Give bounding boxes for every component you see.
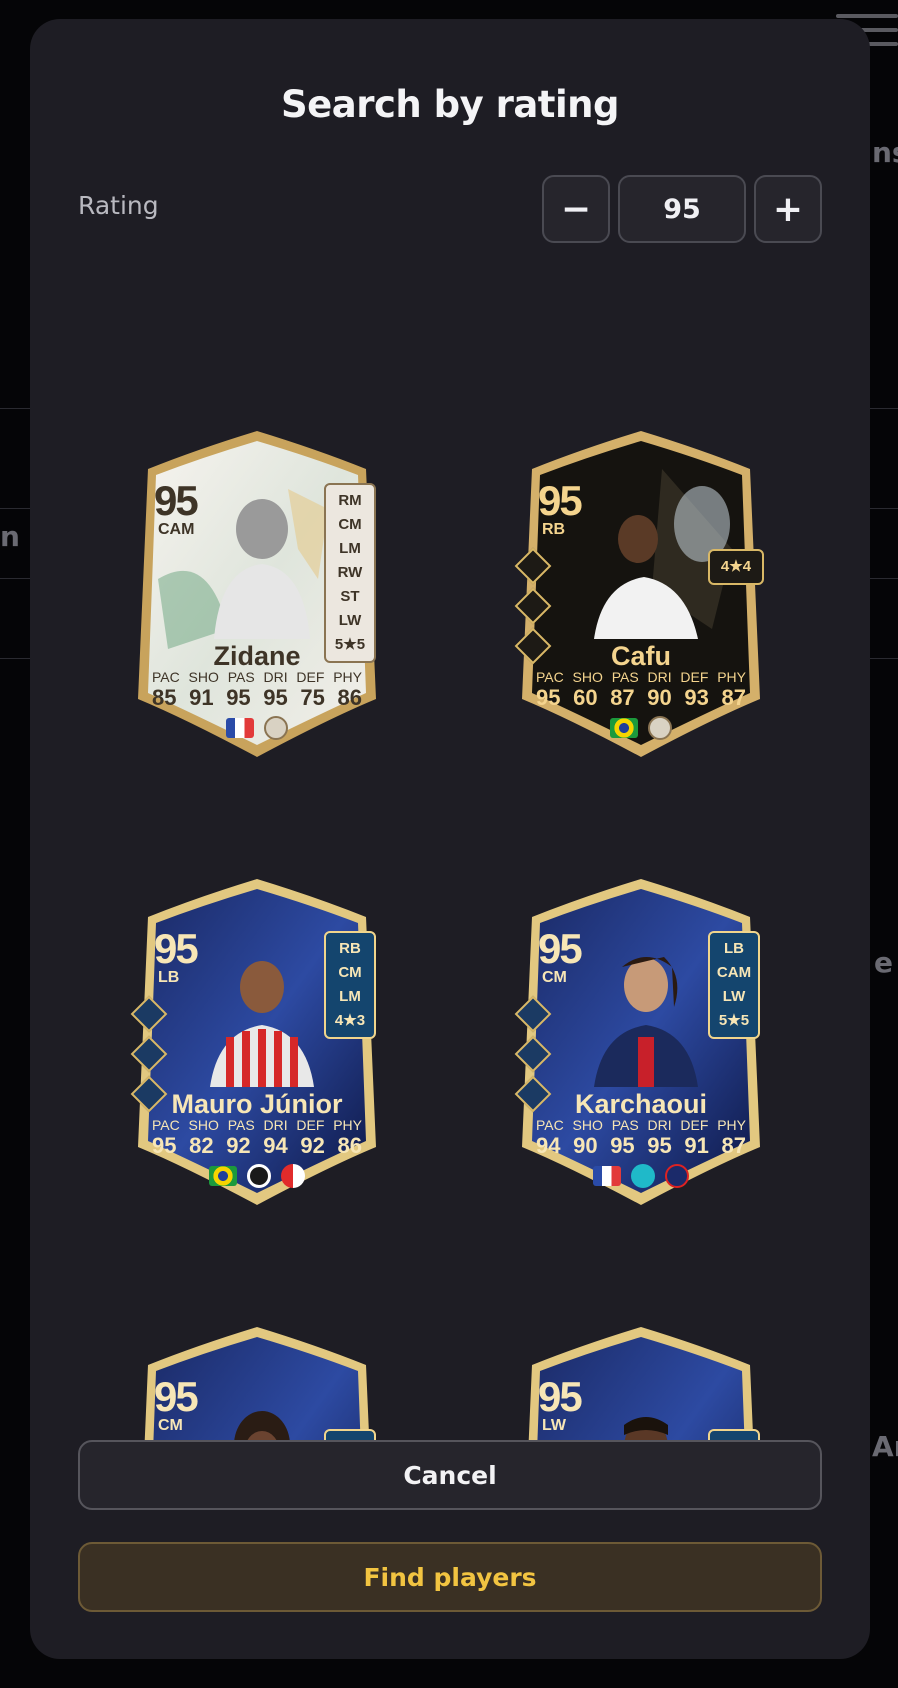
- card-rating: 95: [538, 925, 583, 972]
- card-position: CAM: [158, 521, 195, 538]
- player-cards-grid[interactable]: 95 CAM RM CM LM RW ST LW 5★5 Zidane PAC S…: [30, 399, 870, 1446]
- alt-position: LW: [722, 988, 746, 1005]
- stat-values: 85 91 95 95 75 86: [152, 685, 362, 710]
- playstyle-icon: [514, 1035, 552, 1073]
- flag-france-icon: [593, 1166, 621, 1186]
- card-rating: 95: [538, 477, 583, 524]
- decrement-rating-button[interactable]: −: [542, 175, 610, 243]
- skill-weak-foot: 5★5: [718, 1012, 750, 1029]
- alt-position: CAM: [716, 964, 752, 981]
- playstyle-icon: [130, 995, 168, 1033]
- card-rating: 95: [154, 477, 199, 524]
- card-position: LB: [158, 969, 180, 986]
- stat-values: 94 90 95 95 91 87: [536, 1133, 746, 1158]
- alt-position: CM: [338, 964, 362, 981]
- card-player-name: Mauro Júnior: [171, 1089, 343, 1119]
- background-text: e: [874, 946, 893, 979]
- background-text: Ar: [872, 1430, 898, 1463]
- player-card[interactable]: 95 RB 4★4 Cafu PAC SHO PAS DRI DEF PHY 95 60 87…: [512, 429, 770, 759]
- cancel-button[interactable]: Cancel: [78, 1440, 822, 1510]
- card-position: CM: [542, 969, 567, 986]
- playstyle-icon: [514, 995, 552, 1033]
- alt-position: RB: [339, 940, 361, 957]
- card-rating: 95: [154, 925, 199, 972]
- rating-value-field[interactable]: 95: [618, 175, 746, 243]
- arkema-league-icon: [631, 1164, 655, 1188]
- flag-brazil-icon: [610, 718, 638, 738]
- card-position: RB: [542, 521, 566, 538]
- icon-club-badge-icon: [648, 716, 672, 740]
- stat-labels: PAC SHO PAS DRI DEF PHY: [152, 1117, 362, 1133]
- stat-labels: PAC SHO PAS DRI DEF PHY: [152, 669, 362, 685]
- alternate-positions: RM CM LM RW ST LW 5★5: [324, 483, 376, 663]
- playstyle-icon: [130, 1035, 168, 1073]
- player-card[interactable]: 95 CM LB CAM LW 5★5 Karchaoui PAC SHO PAS D…: [512, 877, 770, 1207]
- card-badges: [512, 1164, 770, 1188]
- modal-title: Search by rating: [280, 83, 620, 126]
- playstyle-icon: [514, 587, 552, 625]
- background-text: ns: [872, 136, 898, 169]
- card-badges: [128, 1164, 386, 1188]
- flag-brazil-icon: [209, 1166, 237, 1186]
- player-photo: [210, 489, 314, 639]
- search-by-rating-modal: Search by rating Rating − 95 + 95 CAM RM…: [30, 19, 870, 1659]
- flag-france-icon: [226, 718, 254, 738]
- player-photo: [210, 937, 314, 1087]
- player-photo: [594, 1385, 698, 1446]
- card-position: CM: [158, 1417, 183, 1434]
- stat-labels: PAC SHO PAS DRI DEF PHY: [536, 669, 746, 685]
- stat-labels: PAC SHO PAS DRI DEF PHY: [536, 1117, 746, 1133]
- player-photo: [594, 937, 698, 1087]
- stat-values: 95 82 92 94 92 86: [152, 1133, 362, 1158]
- player-photo: [210, 1385, 314, 1446]
- player-card[interactable]: 95 CM CAM: [128, 1325, 386, 1446]
- card-badges: [128, 716, 386, 740]
- alt-position: LW: [338, 612, 362, 629]
- eredivisie-league-icon: [247, 1164, 271, 1188]
- increment-rating-button[interactable]: +: [754, 175, 822, 243]
- stat-values: 95 60 87 90 93 87: [536, 685, 746, 710]
- card-player-name: Zidane: [213, 641, 301, 671]
- skill-weak-foot: 4★3: [334, 1012, 366, 1029]
- alternate-positions: 4★4: [708, 549, 764, 585]
- player-card[interactable]: 95 CAM RM CM LM RW ST LW 5★5 Zidane PAC S…: [128, 429, 386, 759]
- alt-position: LM: [339, 988, 361, 1005]
- alternate-positions: LB CAM LW 5★5: [708, 931, 760, 1039]
- card-player-name: Karchaoui: [574, 1089, 708, 1119]
- card-rating: 95: [538, 1373, 583, 1420]
- psv-club-icon: [281, 1164, 305, 1188]
- player-card[interactable]: 95 LB RB CM LM 4★3 Mauro Júnior PAC SHO PA…: [128, 877, 386, 1207]
- playstyle-icon: [514, 547, 552, 585]
- alt-position: LB: [724, 940, 744, 957]
- alt-position: LM: [339, 540, 361, 557]
- card-rating: 95: [154, 1373, 199, 1420]
- alt-position: RM: [338, 492, 362, 509]
- alt-position: CM: [338, 516, 362, 533]
- alternate-positions: RB CM LM 4★3: [324, 931, 376, 1039]
- card-position: LW: [542, 1417, 566, 1434]
- skill-weak-foot: 4★4: [720, 558, 752, 575]
- alt-position: ST: [340, 588, 360, 605]
- alt-position: RW: [337, 564, 363, 581]
- card-badges: [512, 716, 770, 740]
- player-photo: [594, 489, 698, 639]
- find-players-button[interactable]: Find players: [78, 1542, 822, 1612]
- icon-club-badge-icon: [264, 716, 288, 740]
- rating-label: Rating: [78, 191, 159, 220]
- psg-club-icon: [665, 1164, 689, 1188]
- player-card[interactable]: 95 LW LM: [512, 1325, 770, 1446]
- card-player-name: Cafu: [611, 641, 671, 671]
